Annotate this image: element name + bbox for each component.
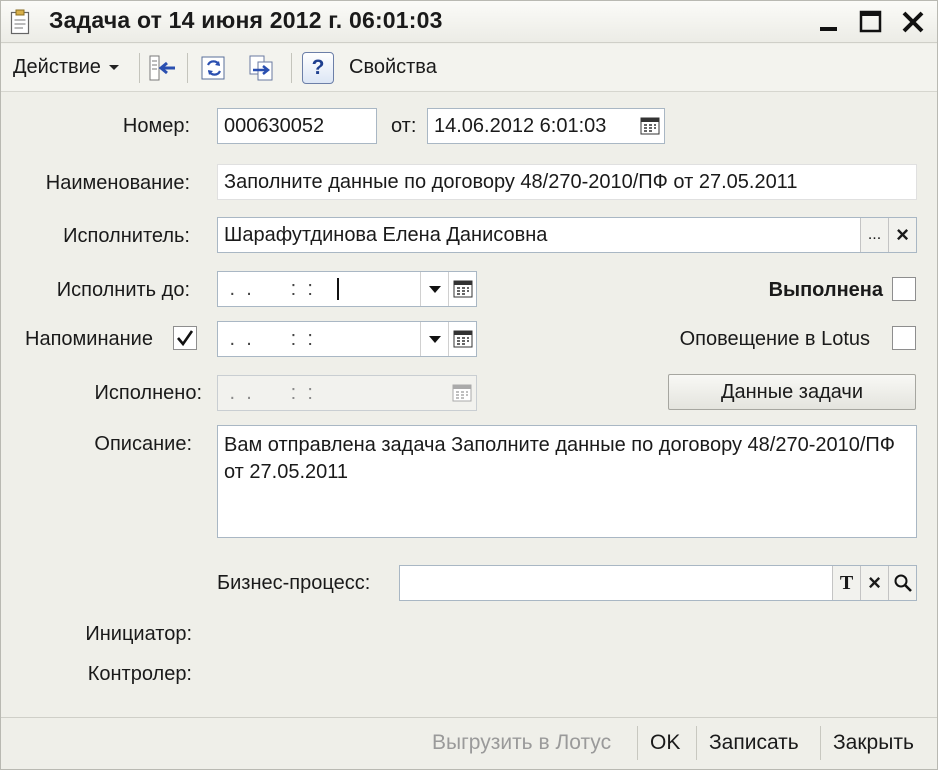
process-field[interactable]: T ×: [399, 565, 917, 601]
number-field[interactable]: 000630052: [217, 108, 377, 144]
name-value: Заполните данные по договору 48/270-2010…: [224, 170, 798, 193]
executor-label: Исполнитель:: [63, 225, 190, 247]
save-label: Записать: [709, 731, 799, 754]
command-separator: [637, 726, 638, 760]
chevron-down-icon: [108, 65, 119, 70]
executor-field[interactable]: Шарафутдинова Елена Данисовна ... ×: [217, 217, 917, 253]
calendar-icon: [453, 330, 472, 348]
due-date-field[interactable]: . . : :: [217, 271, 477, 307]
close-button[interactable]: Закрыть: [833, 718, 914, 768]
initiator-label: Инициатор:: [85, 623, 192, 645]
reminder-date-field[interactable]: . . : :: [217, 321, 477, 357]
action-menu[interactable]: Действие: [13, 44, 121, 90]
task-data-button[interactable]: Данные задачи: [668, 374, 916, 410]
reminder-date-mask: . . : :: [224, 327, 313, 350]
date-value: 14.06.2012 6:01:03: [434, 114, 607, 137]
close-label: Закрыть: [833, 731, 914, 754]
reminder-calendar-button[interactable]: [448, 322, 476, 356]
description-textarea[interactable]: Вам отправлена задача Заполните данные п…: [217, 425, 917, 538]
task-data-label: Данные задачи: [720, 380, 864, 403]
go-to-list-icon[interactable]: [147, 53, 177, 83]
process-clear-button[interactable]: ×: [860, 566, 888, 600]
done-date-field: . . : :: [217, 375, 477, 411]
calendar-icon: [453, 280, 472, 298]
clear-icon: ×: [868, 570, 881, 595]
chevron-down-icon: [428, 286, 441, 293]
window-title: Задача от 14 июня 2012 г. 06:01:03: [49, 7, 443, 33]
document-icon: [10, 9, 30, 35]
title-bar: Задача от 14 июня 2012 г. 06:01:03: [1, 1, 937, 43]
chevron-down-icon: [428, 336, 441, 343]
number-value: 000630052: [224, 114, 325, 137]
magnifier-icon: [894, 574, 912, 592]
process-type-button[interactable]: T: [832, 566, 860, 600]
command-separator: [820, 726, 821, 760]
help-symbol: ?: [311, 56, 325, 79]
minimize-icon[interactable]: [814, 7, 844, 37]
properties-button[interactable]: Свойства: [349, 44, 437, 90]
done-label: Исполнено:: [94, 382, 202, 404]
description-value: Вам отправлена задача Заполните данные п…: [224, 434, 895, 483]
document-flow-icon[interactable]: [247, 53, 277, 83]
text-cursor: [337, 278, 339, 300]
executor-select-button[interactable]: ...: [860, 218, 888, 252]
ok-label: OK: [650, 731, 681, 754]
toolbar: Действие ? Свойства: [1, 44, 937, 92]
date-field[interactable]: 14.06.2012 6:01:03: [427, 108, 665, 144]
number-label: Номер:: [122, 115, 190, 137]
due-date-mask: . . : :: [224, 277, 313, 300]
name-field[interactable]: Заполните данные по договору 48/270-2010…: [217, 164, 917, 200]
toolbar-separator: [291, 53, 292, 83]
toolbar-separator: [139, 53, 140, 83]
type-t-icon: T: [839, 571, 854, 594]
ellipsis-icon: ...: [867, 226, 882, 243]
reminder-dropdown-button[interactable]: [420, 322, 448, 356]
export-lotus-label: Выгрузить в Лотус: [432, 731, 612, 754]
close-icon[interactable]: [898, 7, 928, 37]
done-calendar-button: [448, 376, 476, 410]
due-label: Исполнить до:: [56, 279, 190, 301]
lotus-label: Оповещение в Lotus: [679, 328, 870, 350]
lotus-checkbox[interactable]: [892, 326, 916, 350]
process-open-button[interactable]: [888, 566, 916, 600]
controller-label: Контролер:: [87, 663, 192, 685]
reminder-checkbox[interactable]: [173, 326, 197, 350]
description-label: Описание:: [94, 433, 192, 455]
properties-label: Свойства: [349, 55, 437, 78]
calendar-button[interactable]: [636, 109, 664, 143]
calendar-icon: [452, 384, 472, 402]
clear-icon: ×: [896, 222, 909, 247]
process-label: Бизнес-процесс:: [217, 572, 371, 594]
executor-clear-button[interactable]: ×: [888, 218, 916, 252]
checkmark-icon: [177, 330, 194, 347]
name-label: Наименование:: [45, 172, 190, 194]
task-window: Задача от 14 июня 2012 г. 06:01:03 Дейст…: [0, 0, 938, 770]
ok-button[interactable]: OK: [650, 718, 680, 768]
completed-checkbox[interactable]: [892, 277, 916, 301]
help-icon[interactable]: ?: [302, 52, 334, 84]
command-bar: Выгрузить в Лотус OK Записать Закрыть: [1, 717, 937, 769]
command-separator: [696, 726, 697, 760]
completed-label: Выполнена: [768, 279, 883, 301]
executor-value: Шарафутдинова Елена Данисовна: [224, 223, 548, 246]
reminder-label: Напоминание: [25, 328, 153, 350]
due-calendar-button[interactable]: [448, 272, 476, 306]
date-label: от:: [391, 115, 417, 137]
toolbar-separator: [187, 53, 188, 83]
save-button[interactable]: Записать: [709, 718, 799, 768]
done-date-mask: . . : :: [224, 381, 313, 404]
due-dropdown-button[interactable]: [420, 272, 448, 306]
refresh-icon[interactable]: [199, 53, 229, 83]
action-menu-label: Действие: [13, 55, 101, 78]
maximize-icon[interactable]: [856, 7, 886, 37]
export-lotus-button: Выгрузить в Лотус: [432, 718, 611, 768]
calendar-icon: [640, 117, 660, 135]
